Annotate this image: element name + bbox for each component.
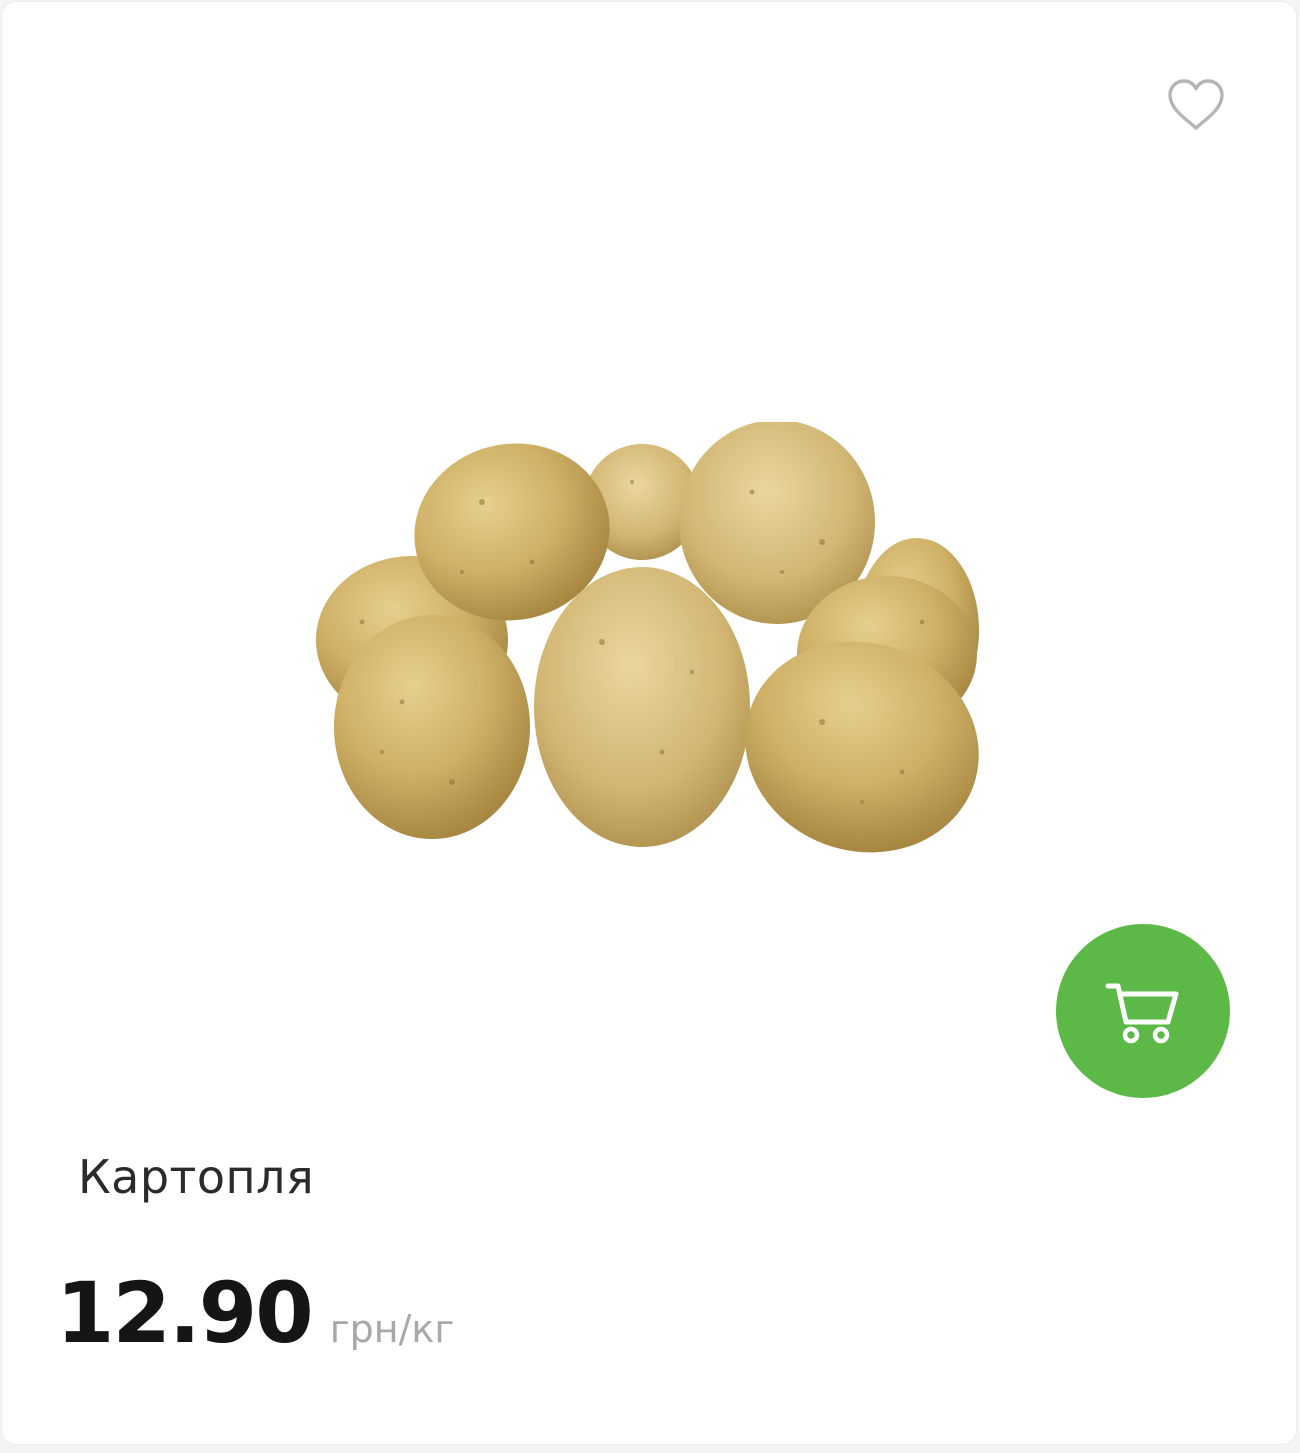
price-unit: грн/кг [329, 1307, 455, 1351]
product-name[interactable]: Картопля [78, 1150, 314, 1204]
price-value: 12.90 [56, 1264, 314, 1362]
potato [334, 615, 530, 839]
potato [534, 567, 750, 847]
favorite-button[interactable] [1160, 72, 1232, 138]
heart-outline-icon [1168, 79, 1224, 130]
potatoes-image [316, 422, 979, 853]
product-card[interactable]: Картопля 12.90 грн/кг [2, 2, 1296, 1444]
price-row: 12.90 грн/кг [56, 1264, 454, 1362]
shopping-cart-icon [1105, 983, 1179, 1044]
add-to-cart-button[interactable] [1056, 924, 1230, 1098]
